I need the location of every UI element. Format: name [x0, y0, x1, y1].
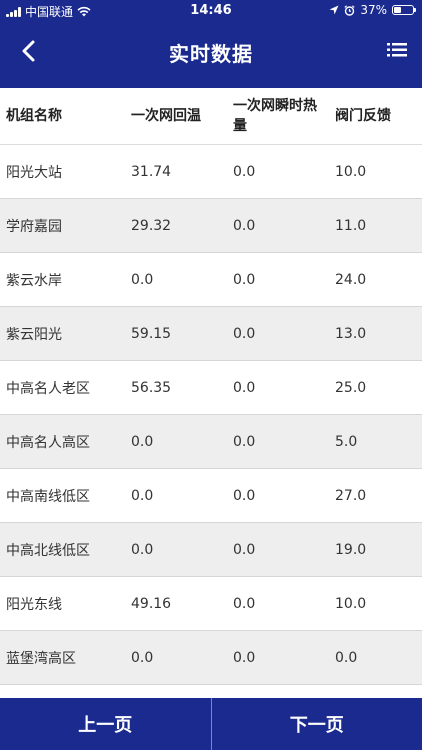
- status-bar: 中国联通 14:46 37%: [0, 0, 422, 22]
- return-temp-cell: 0.0: [131, 433, 154, 450]
- instant-heat-cell: 0.0: [233, 595, 256, 612]
- unit-name-cell: 中高名人老区: [6, 380, 90, 397]
- table-row[interactable]: 蓝堡湾高区 0.0 0.0 0.0: [0, 631, 422, 685]
- battery-icon: [392, 5, 416, 15]
- battery-fill: [394, 7, 401, 13]
- unit-name-cell: 阳光大站: [6, 164, 62, 181]
- header-valve-feedback: 阀门反馈: [335, 108, 391, 124]
- data-table: 机组名称 一次网回温 一次网瞬时热量 阀门反馈 阳光大站 31.74 0.0 1…: [0, 88, 422, 698]
- unit-name-cell: 蓝堡湾高区: [6, 650, 76, 667]
- table-row[interactable]: 中高名人老区 56.35 0.0 25.0: [0, 361, 422, 415]
- alarm-clock-icon: [344, 4, 355, 16]
- page-title: 实时数据: [169, 42, 253, 66]
- instant-heat-cell: 0.0: [233, 541, 256, 558]
- instant-heat-cell: 0.0: [233, 487, 256, 504]
- unit-name-cell: 中高北线低区: [6, 542, 90, 559]
- return-temp-cell: 0.0: [131, 649, 154, 666]
- instant-heat-cell: 0.0: [233, 325, 256, 342]
- table-row[interactable]: 中高北线低区 0.0 0.0 19.0: [0, 523, 422, 577]
- table-row[interactable]: 阳光大站 31.74 0.0 10.0: [0, 145, 422, 199]
- header-return-temp: 一次网回温: [131, 108, 201, 124]
- nav-bar: 实时数据: [0, 22, 422, 88]
- instant-heat-cell: 0.0: [233, 433, 256, 450]
- valve-feedback-cell: 13.0: [335, 325, 367, 342]
- status-right: 37%: [329, 3, 416, 17]
- instant-heat-cell: 0.0: [233, 379, 256, 396]
- return-temp-cell: 0.0: [131, 541, 154, 558]
- valve-feedback-cell: 5.0: [335, 433, 358, 450]
- instant-heat-cell: 0.0: [233, 649, 256, 666]
- valve-feedback-cell: 25.0: [335, 379, 367, 396]
- prev-page-button[interactable]: 上一页: [0, 698, 211, 750]
- table-body: 阳光大站 31.74 0.0 10.0 学府嘉园 29.32 0.0 11.0 …: [0, 145, 422, 698]
- return-temp-cell: 49.16: [131, 595, 172, 612]
- valve-feedback-cell: 0.0: [335, 649, 358, 666]
- unit-name-cell: 中高名人高区: [6, 434, 90, 451]
- table-row[interactable]: 紫云水岸 0.0 0.0 24.0: [0, 253, 422, 307]
- instant-heat-cell: 0.0: [233, 217, 256, 234]
- instant-heat-cell: 0.0: [233, 271, 256, 288]
- return-temp-cell: 0.0: [131, 487, 154, 504]
- unit-name-cell: 紫云阳光: [6, 326, 62, 343]
- table-row[interactable]: 阳光东线 49.16 0.0 10.0: [0, 577, 422, 631]
- table-row[interactable]: [0, 685, 422, 698]
- valve-feedback-cell: 10.0: [335, 595, 367, 612]
- unit-name-cell: 学府嘉园: [6, 218, 62, 235]
- instant-heat-cell: 0.0: [233, 163, 256, 180]
- header-instant-heat: 一次网瞬时热量: [233, 98, 317, 134]
- unit-name-cell: 阳光东线: [6, 596, 62, 613]
- return-temp-cell: 29.32: [131, 217, 172, 234]
- table-row[interactable]: 紫云阳光 59.15 0.0 13.0: [0, 307, 422, 361]
- unit-name-cell: 紫云水岸: [6, 272, 62, 289]
- return-temp-cell: 56.35: [131, 379, 172, 396]
- return-temp-cell: 0.0: [131, 271, 154, 288]
- valve-feedback-cell: 10.0: [335, 163, 367, 180]
- screen: 中国联通 14:46 37% 实时数据 机组名称 一次网回温 一次网瞬时热量 阀…: [0, 0, 422, 750]
- battery-percent: 37%: [360, 3, 387, 17]
- return-temp-cell: 31.74: [131, 163, 172, 180]
- valve-feedback-cell: 11.0: [335, 217, 367, 234]
- table-row[interactable]: 学府嘉园 29.32 0.0 11.0: [0, 199, 422, 253]
- location-arrow-icon: [329, 5, 339, 15]
- pagination-bar: 上一页 下一页: [0, 698, 422, 750]
- table-row[interactable]: 中高南线低区 0.0 0.0 27.0: [0, 469, 422, 523]
- list-icon: [387, 43, 407, 57]
- valve-feedback-cell: 27.0: [335, 487, 367, 504]
- table-row[interactable]: 中高名人高区 0.0 0.0 5.0: [0, 415, 422, 469]
- menu-button[interactable]: [386, 40, 408, 60]
- header: 中国联通 14:46 37% 实时数据: [0, 0, 422, 88]
- unit-name-cell: 中高南线低区: [6, 488, 90, 505]
- table-header: 机组名称 一次网回温 一次网瞬时热量 阀门反馈: [0, 88, 422, 145]
- valve-feedback-cell: 24.0: [335, 271, 367, 288]
- header-unit-name: 机组名称: [6, 108, 62, 124]
- valve-feedback-cell: 19.0: [335, 541, 367, 558]
- return-temp-cell: 59.15: [131, 325, 172, 342]
- next-page-button[interactable]: 下一页: [212, 698, 422, 750]
